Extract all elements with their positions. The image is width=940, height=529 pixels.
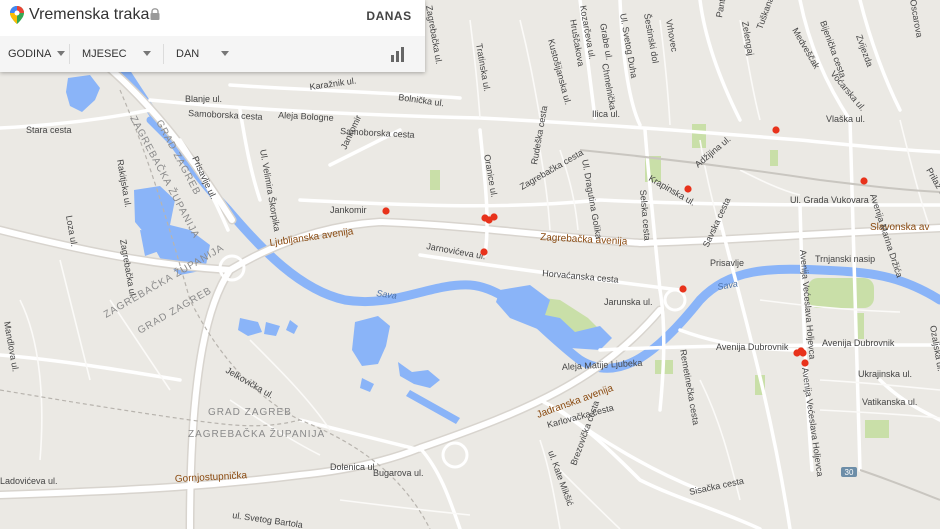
street-label: Vlaška ul. (826, 114, 865, 124)
street-label: Bugarova ul. (373, 468, 424, 478)
location-marker[interactable] (382, 207, 390, 215)
street-label: Dolenica ul. (330, 462, 377, 472)
street-label: Ilica ul. (592, 109, 620, 119)
location-marker[interactable] (684, 185, 692, 193)
page-title: Vremenska traka (29, 6, 150, 23)
location-marker[interactable] (772, 126, 780, 134)
bar-chart-icon[interactable] (390, 46, 406, 62)
divider (69, 44, 70, 64)
street-label: Trnjanski nasip (815, 254, 875, 264)
street-label: Ukrajinska ul. (858, 369, 912, 379)
caret-down-icon (57, 51, 65, 56)
today-button[interactable]: DANAS (360, 4, 418, 28)
location-marker[interactable] (860, 177, 868, 185)
street-label: Ladovićeva ul. (0, 476, 58, 486)
year-dropdown[interactable]: GODINA (8, 36, 68, 72)
caret-down-icon (221, 51, 229, 56)
street-label: Avenija Dubrovnik (822, 338, 895, 348)
day-dropdown[interactable]: DAN (176, 36, 234, 72)
month-dropdown-label: MJESEC (82, 48, 127, 60)
divider (163, 44, 164, 64)
location-marker[interactable] (480, 248, 488, 256)
street-label: Avenija Dubrovnik (716, 342, 789, 352)
street-label: Jarunska ul. (604, 297, 653, 307)
street-label: Ul. Grada Vukovara (790, 195, 869, 205)
street-label: Jankomir (330, 205, 367, 215)
location-marker[interactable] (679, 285, 687, 293)
street-label: Prisavlje (710, 258, 744, 268)
street-label: Vatikanska ul. (862, 397, 917, 407)
highway-shield-number: 30 (845, 468, 854, 477)
street-label: Blanje ul. (185, 94, 222, 104)
caret-down-icon (143, 51, 151, 56)
region-label: ZAGREBAČKA ŽUPANIJA (188, 427, 325, 440)
date-filter-bar: GODINA MJESEC DAN (0, 36, 425, 72)
street-label: Stara cesta (26, 125, 72, 135)
location-marker[interactable] (799, 349, 807, 357)
title-bar: Vremenska traka DANAS (0, 0, 425, 33)
lock-icon (150, 8, 160, 20)
day-dropdown-label: DAN (176, 48, 200, 60)
location-marker[interactable] (801, 359, 809, 367)
region-label: GRAD ZAGREB (208, 407, 292, 418)
highway-shield: 30 (841, 467, 857, 477)
month-dropdown[interactable]: MJESEC (82, 36, 156, 72)
year-dropdown-label: GODINA (8, 48, 52, 60)
timeline-panel: Vremenska traka DANAS GODINA MJESEC DAN (0, 0, 425, 72)
location-marker[interactable] (490, 213, 498, 221)
google-maps-pin-icon (10, 6, 24, 24)
timeline-map[interactable]: GRAD ZAGREB ZAGREBAČKA ŽUPANIJA ZAGREBAČ… (0, 0, 940, 529)
